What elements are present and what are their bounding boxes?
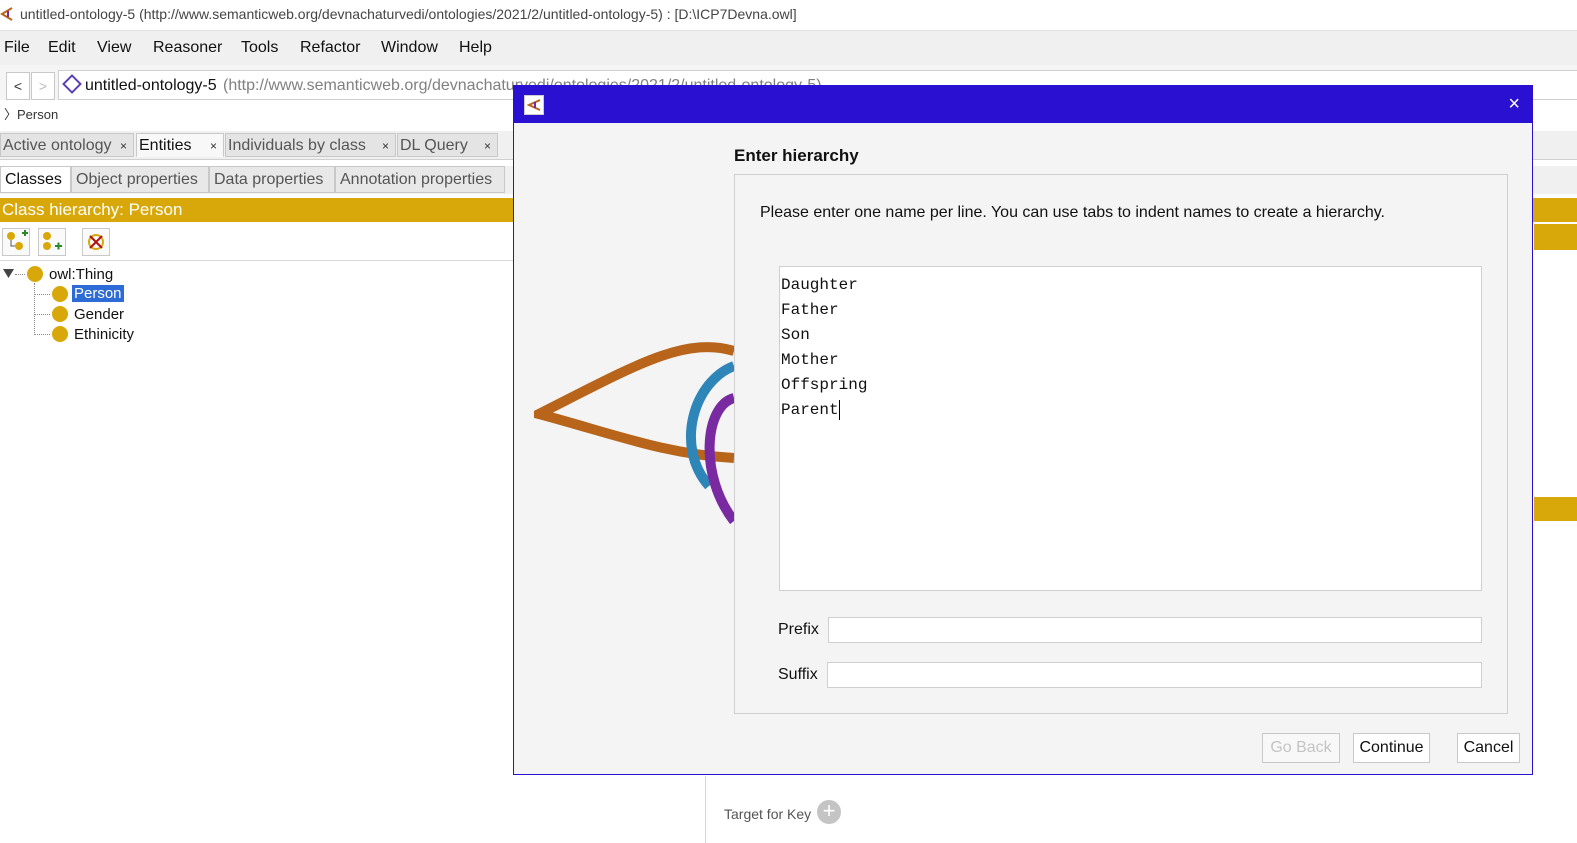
forward-button[interactable]: > (31, 72, 55, 100)
hierarchy-line: Offspring (781, 376, 868, 394)
tab-individuals-by-class[interactable]: Individuals by class × (225, 133, 396, 157)
text-caret (838, 399, 840, 420)
tab-entities[interactable]: Entities × (136, 133, 224, 157)
add-target-key-button[interactable]: + (817, 800, 841, 824)
menu-bar: File Edit View Reasoner Tools Refactor W… (0, 30, 1577, 65)
suffix-label: Suffix (778, 666, 818, 683)
subtab-data-properties[interactable]: Data properties (209, 166, 335, 193)
dialog-heading: Enter hierarchy (734, 146, 859, 165)
suffix-input[interactable] (827, 662, 1482, 688)
menu-tools[interactable]: Tools (241, 39, 278, 57)
add-subclass-button[interactable] (2, 228, 30, 256)
hierarchy-toolbar (0, 226, 516, 261)
delete-class-button[interactable] (82, 228, 110, 256)
tree-item-gender[interactable]: Gender (74, 306, 124, 323)
close-icon[interactable]: × (1508, 94, 1520, 114)
protege-eye-logo-icon (534, 342, 734, 525)
add-sibling-button[interactable] (38, 228, 66, 256)
menu-help[interactable]: Help (459, 39, 492, 57)
tab-label: Individuals by class (228, 137, 366, 154)
add-subclass-icon (7, 230, 28, 250)
subtab-classes[interactable]: Classes (0, 166, 71, 193)
delete-class-icon (88, 234, 104, 250)
hierarchy-line: Mother (781, 351, 839, 369)
close-icon[interactable]: × (484, 134, 491, 158)
close-icon[interactable]: × (120, 134, 127, 158)
class-icon (52, 286, 68, 302)
menu-view[interactable]: View (97, 39, 131, 57)
class-hierarchy-title: Class hierarchy: Person (2, 200, 183, 219)
hierarchy-line: Parent (781, 401, 839, 419)
tab-label: Active ontology (3, 137, 112, 154)
ontology-icon (62, 74, 82, 94)
hierarchy-textarea[interactable]: Daughter Father Son Mother Offspring Par… (779, 266, 1482, 591)
hierarchy-panel: Please enter one name per line. You can … (734, 174, 1508, 714)
subtab-annotation-properties[interactable]: Annotation properties (335, 166, 505, 193)
menu-window[interactable]: Window (381, 39, 438, 57)
background-panel-header (1534, 497, 1577, 521)
target-for-key-label: Target for Key (724, 806, 812, 822)
protege-logo-icon (524, 95, 544, 115)
background-panel-header (1534, 224, 1577, 250)
menu-file[interactable]: File (4, 39, 30, 57)
tree-item-owl-thing[interactable]: owl:Thing (49, 266, 113, 283)
class-icon (52, 306, 68, 322)
tree-item-ethinicity[interactable]: Ethinicity (74, 326, 134, 343)
window-title: untitled-ontology-5 (http://www.semantic… (20, 6, 797, 22)
tab-label: Entities (139, 137, 192, 154)
hierarchy-line: Son (781, 326, 810, 344)
go-back-button[interactable]: Go Back (1262, 733, 1340, 763)
breadcrumb[interactable]: 〉Person (4, 104, 58, 123)
add-sibling-icon (43, 232, 62, 250)
back-button[interactable]: < (6, 72, 30, 100)
class-icon (52, 326, 68, 342)
protege-logo-icon (0, 7, 13, 21)
instructions-text: Please enter one name per line. You can … (760, 204, 1385, 221)
cancel-button[interactable]: Cancel (1457, 733, 1520, 763)
tab-label: DL Query (400, 137, 468, 154)
tab-dl-query[interactable]: DL Query × (397, 133, 498, 157)
prefix-input[interactable] (828, 617, 1482, 643)
menu-reasoner[interactable]: Reasoner (153, 39, 222, 57)
class-icon (27, 266, 43, 282)
ontology-name: untitled-ontology-5 (85, 77, 217, 94)
tab-active-ontology[interactable]: Active ontology × (0, 133, 134, 157)
hierarchy-line: Daughter (781, 276, 858, 294)
window-title-bar: untitled-ontology-5 (http://www.semantic… (0, 0, 1577, 30)
breadcrumb-item[interactable]: Person (17, 107, 58, 122)
hierarchy-line: Father (781, 301, 839, 319)
continue-button[interactable]: Continue (1353, 733, 1430, 763)
selected-class-label[interactable]: Person (72, 285, 124, 302)
dialog-title-bar[interactable]: × (514, 86, 1532, 123)
subtab-object-properties[interactable]: Object properties (71, 166, 209, 193)
prefix-label: Prefix (778, 621, 819, 638)
close-icon[interactable]: × (382, 134, 389, 158)
menu-refactor[interactable]: Refactor (300, 39, 360, 57)
close-icon[interactable]: × (210, 134, 217, 158)
menu-edit[interactable]: Edit (48, 39, 76, 57)
enter-hierarchy-dialog: × Enter hierarchy Please enter one name … (513, 85, 1533, 775)
tree-item-person[interactable]: Person (72, 285, 124, 302)
collapse-arrow-icon[interactable] (3, 268, 15, 280)
